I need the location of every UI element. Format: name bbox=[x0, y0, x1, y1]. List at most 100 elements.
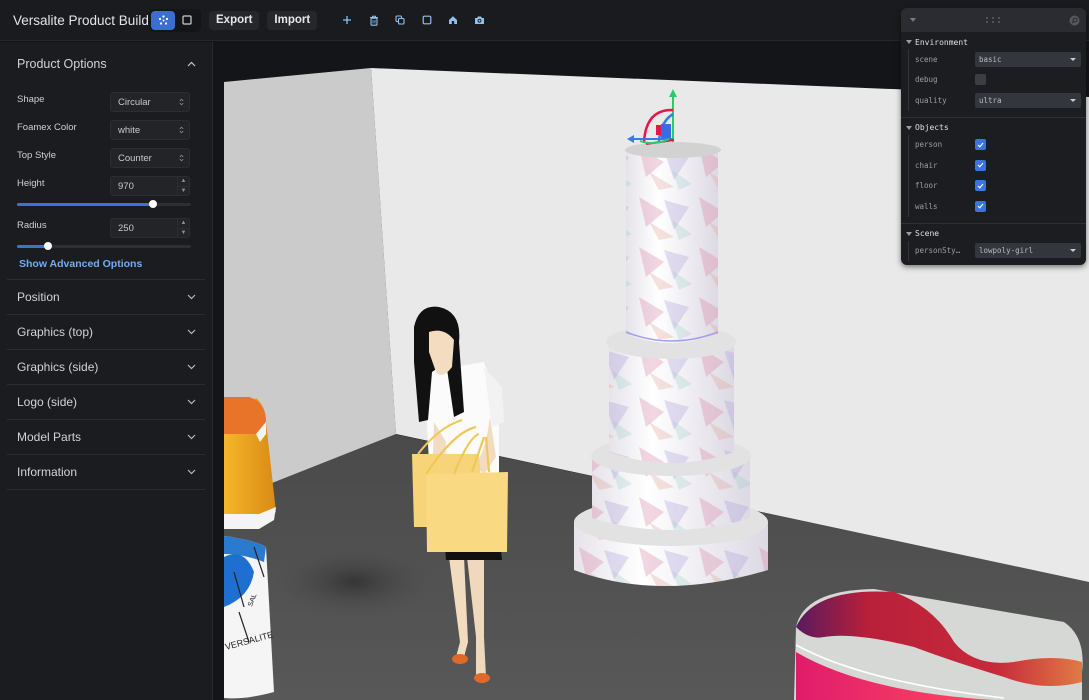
folder-triangle-icon bbox=[906, 125, 912, 130]
foamex-color-select[interactable]: white bbox=[110, 120, 190, 140]
settings-panel-header[interactable] bbox=[901, 8, 1086, 32]
frame-button[interactable] bbox=[414, 10, 441, 30]
scene-folder-title[interactable]: Scene bbox=[901, 227, 1086, 241]
screenshot-button[interactable] bbox=[467, 10, 494, 30]
section-header-graphics-side[interactable]: Graphics (side) bbox=[7, 350, 205, 384]
chevron-down-icon bbox=[186, 432, 196, 442]
search-icon[interactable] bbox=[1069, 11, 1080, 30]
chevron-down-icon bbox=[186, 467, 196, 477]
delete-button[interactable] bbox=[361, 10, 388, 30]
checkmark-icon bbox=[977, 183, 984, 189]
scene-row: scene basic bbox=[915, 49, 1086, 70]
section-header-information[interactable]: Information bbox=[7, 455, 205, 489]
quality-value: ultra bbox=[979, 95, 1002, 105]
section-label: Graphics (top) bbox=[17, 325, 94, 339]
3d-mode-button[interactable] bbox=[151, 10, 175, 30]
2d-mode-button[interactable] bbox=[175, 11, 199, 30]
height-label: Height bbox=[17, 178, 45, 189]
environment-folder-body: scene basic debug quality ultra bbox=[908, 49, 1086, 111]
radius-stepper: ▲ ▼ bbox=[177, 219, 189, 237]
objects-folder: Objects person chair floor walls bbox=[901, 116, 1086, 223]
drag-handle-icon[interactable] bbox=[985, 16, 1001, 24]
slider-thumb[interactable] bbox=[44, 242, 53, 250]
environment-folder-title[interactable]: Environment bbox=[901, 35, 1086, 49]
radius-increment-button[interactable]: ▲ bbox=[178, 219, 189, 229]
sidebar: Product Options Shape Circular Foamex Co… bbox=[0, 42, 213, 700]
updown-chevron-icon bbox=[179, 154, 184, 162]
plus-icon bbox=[343, 16, 352, 24]
section-label: Logo (side) bbox=[17, 395, 78, 409]
checkmark-icon bbox=[977, 162, 984, 168]
person-shadow bbox=[264, 542, 444, 622]
foamex-color-label: Foamex Color bbox=[17, 122, 77, 133]
walls-checkbox[interactable] bbox=[975, 200, 986, 212]
person-style-value: lowpoly-girl bbox=[979, 246, 1034, 256]
slider-fill bbox=[17, 203, 153, 206]
section-label: Model Parts bbox=[17, 430, 82, 444]
sidebar-section-graphics-side: Graphics (side) bbox=[7, 349, 205, 384]
copy-icon bbox=[395, 15, 406, 25]
objects-folder-body: person chair floor walls bbox=[908, 134, 1086, 217]
height-input[interactable]: 970 ▲ ▼ bbox=[110, 176, 190, 196]
top-style-select[interactable]: Counter bbox=[110, 148, 190, 168]
section-header-logo-side[interactable]: Logo (side) bbox=[7, 385, 205, 419]
debug-row: debug bbox=[915, 70, 1086, 91]
section-label: Information bbox=[17, 465, 78, 479]
top-style-label: Top Style bbox=[17, 150, 57, 161]
radius-decrement-button[interactable]: ▼ bbox=[178, 229, 189, 238]
object-label: floor bbox=[915, 181, 938, 191]
foamex-color-row: Foamex Color white bbox=[17, 114, 190, 142]
object-row-floor: floor bbox=[915, 176, 1086, 197]
duplicate-button[interactable] bbox=[387, 10, 414, 30]
radius-slider[interactable] bbox=[17, 240, 191, 252]
height-decrement-button[interactable]: ▼ bbox=[178, 187, 189, 196]
dropdown-triangle-icon bbox=[1070, 57, 1076, 61]
radius-value: 250 bbox=[118, 222, 134, 234]
settings-panel: Environment scene basic debug quality ul… bbox=[901, 8, 1086, 265]
person-checkbox[interactable] bbox=[975, 139, 986, 151]
scene-select[interactable]: basic bbox=[975, 51, 1081, 67]
quality-select[interactable]: ultra bbox=[975, 92, 1081, 108]
person-style-label: personSty… bbox=[915, 246, 961, 256]
section-header-model-parts[interactable]: Model Parts bbox=[7, 420, 205, 454]
object-row-walls: walls bbox=[915, 196, 1086, 217]
square-outline-icon bbox=[422, 15, 432, 25]
dropdown-triangle-icon bbox=[1070, 249, 1076, 253]
sidebar-section-information: Information bbox=[7, 454, 205, 490]
updown-chevron-icon bbox=[179, 98, 184, 106]
foamex-color-value: white bbox=[118, 124, 141, 136]
debug-checkbox[interactable] bbox=[975, 74, 986, 86]
collapse-triangle-icon[interactable] bbox=[910, 18, 916, 22]
objects-folder-title[interactable]: Objects bbox=[901, 121, 1086, 135]
show-advanced-options-link[interactable]: Show Advanced Options bbox=[19, 258, 212, 279]
radius-row: Radius 250 ▲ ▼ bbox=[17, 212, 190, 240]
height-slider[interactable] bbox=[17, 198, 191, 210]
person-style-row: personSty… lowpoly-girl bbox=[915, 241, 1086, 262]
product-options-title: Product Options bbox=[17, 57, 107, 71]
slider-thumb[interactable] bbox=[148, 200, 157, 208]
section-label: Position bbox=[17, 290, 60, 304]
chair-checkbox[interactable] bbox=[975, 159, 986, 171]
sidebar-section-position: Position bbox=[7, 279, 205, 314]
add-button[interactable] bbox=[334, 10, 361, 30]
section-header-position[interactable]: Position bbox=[7, 280, 205, 314]
export-button[interactable]: Export bbox=[209, 10, 260, 30]
height-increment-button[interactable]: ▲ bbox=[178, 177, 189, 187]
object-row-person: person bbox=[915, 135, 1086, 156]
chevron-down-icon bbox=[186, 292, 196, 302]
shape-select[interactable]: Circular bbox=[110, 92, 190, 112]
section-header-graphics-top[interactable]: Graphics (top) bbox=[7, 315, 205, 349]
person-style-select[interactable]: lowpoly-girl bbox=[975, 243, 1081, 259]
home-button[interactable] bbox=[440, 10, 467, 30]
scene-label: scene bbox=[915, 54, 938, 64]
shape-row: Shape Circular bbox=[17, 86, 190, 114]
import-button[interactable]: Import bbox=[267, 10, 318, 30]
scene-folder: Scene personSty… lowpoly-girl bbox=[901, 222, 1086, 266]
floor-checkbox[interactable] bbox=[975, 180, 986, 192]
radius-input[interactable]: 250 ▲ ▼ bbox=[110, 218, 190, 238]
environment-folder: Environment scene basic debug quality ul… bbox=[901, 32, 1086, 117]
top-style-value: Counter bbox=[118, 152, 152, 164]
product-options-header[interactable]: Product Options bbox=[0, 42, 212, 86]
objects-title-label: Objects bbox=[915, 123, 949, 132]
height-stepper: ▲ ▼ bbox=[177, 177, 189, 195]
